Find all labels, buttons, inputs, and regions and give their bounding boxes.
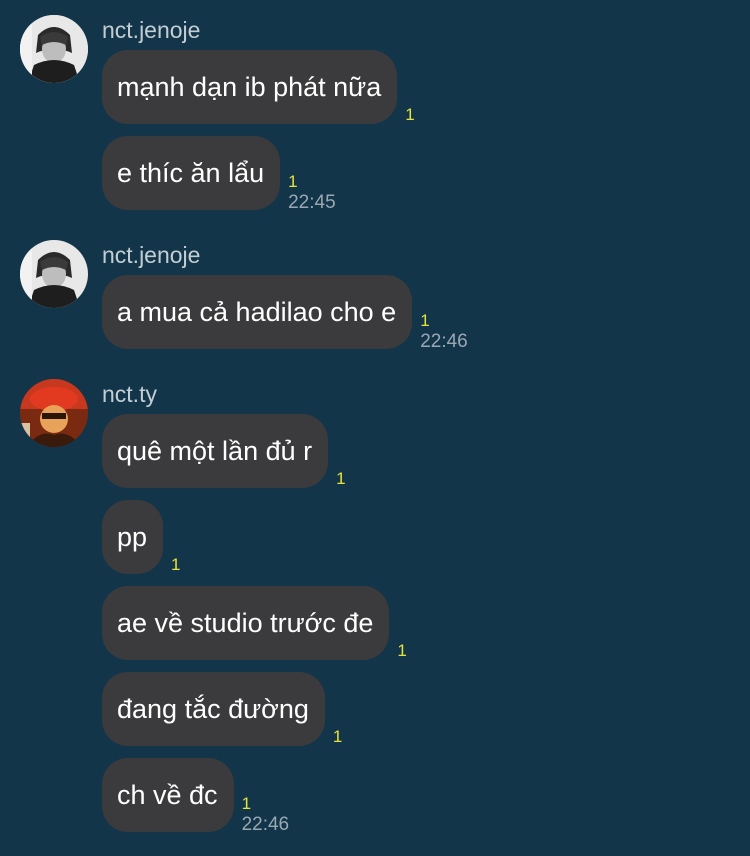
read-count: 1 (420, 311, 430, 330)
avatar-jenoje-photo-icon (20, 240, 88, 308)
message-meta: 1 (336, 469, 345, 489)
timestamp: 22:46 (241, 814, 290, 835)
message-row: pp 1 (102, 500, 181, 574)
message-bubble[interactable]: đang tắc đường (102, 672, 325, 746)
avatar-ty-photo-icon (20, 379, 88, 447)
read-count: 1 (288, 172, 298, 191)
message-row: e thíc ăn lẩu 1 22:45 (102, 136, 336, 213)
read-count: 1 (332, 727, 343, 746)
message-bubble[interactable]: a mua cả hadilao cho e (102, 275, 413, 349)
sender-name: nct.jenoje (102, 242, 201, 268)
message-meta: 1 (171, 555, 180, 575)
message-row: ch về đc 1 22:46 (102, 758, 289, 835)
avatar-jenoje[interactable] (20, 240, 88, 308)
message-meta: 1 22:46 (242, 794, 290, 836)
message-row: ae về studio trước đe 1 (102, 586, 407, 660)
message-bubble[interactable]: ch về đc (102, 758, 234, 832)
message-row: mạnh dạn ib phát nữa 1 (102, 50, 415, 124)
read-count: 1 (336, 469, 346, 488)
message-row: quê một lần đủ r 1 (102, 414, 346, 488)
message-bubble[interactable]: quê một lần đủ r (102, 414, 329, 488)
message-meta: 1 22:45 (288, 172, 336, 214)
sender-name: nct.ty (102, 381, 157, 407)
message-row: đang tắc đường 1 (102, 672, 342, 746)
message-bubble[interactable]: ae về studio trước đe (102, 586, 390, 660)
message-bubble[interactable]: pp (102, 500, 164, 574)
message-row: a mua cả hadilao cho e 1 22:46 (102, 275, 468, 352)
read-count: 1 (171, 555, 181, 574)
timestamp: 22:45 (288, 192, 336, 213)
message-meta: 1 (397, 641, 406, 661)
read-count: 1 (405, 105, 415, 124)
message-meta: 1 (333, 727, 342, 747)
message-bubble[interactable]: e thíc ăn lẩu (102, 136, 281, 210)
avatar-jenoje[interactable] (20, 15, 88, 83)
message-meta: 1 22:46 (420, 311, 468, 353)
sender-name: nct.jenoje (102, 17, 201, 43)
message-bubble[interactable]: mạnh dạn ib phát nữa (102, 50, 398, 124)
read-count: 1 (397, 641, 407, 660)
message-meta: 1 (405, 105, 414, 125)
avatar-jenoje-photo-icon (20, 15, 88, 83)
read-count: 1 (241, 794, 252, 813)
timestamp: 22:46 (420, 331, 468, 352)
avatar-ty[interactable] (20, 379, 88, 447)
